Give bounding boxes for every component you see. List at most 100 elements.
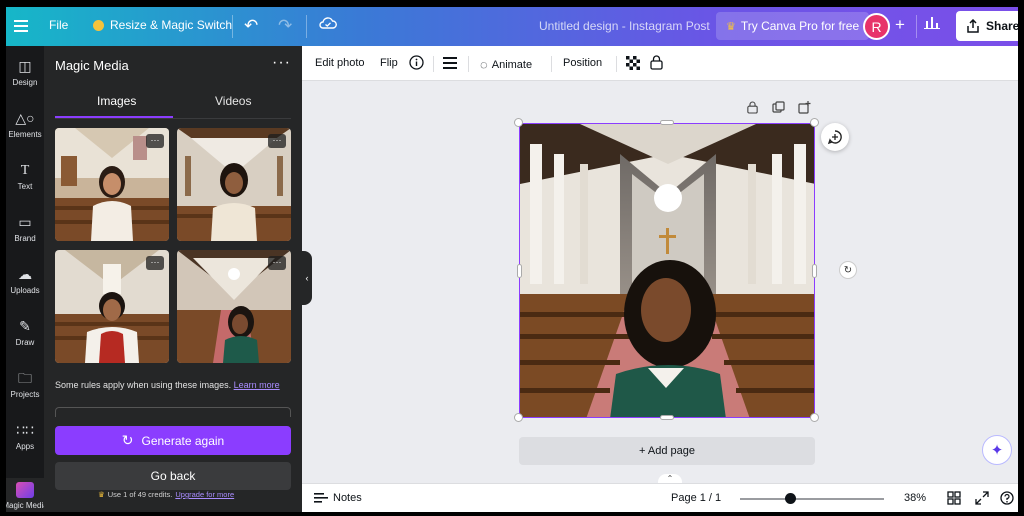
magic-assistant-icon[interactable]: ✦ bbox=[982, 435, 1012, 465]
bottom-bar: Notes Page 1 / 1 38% bbox=[302, 483, 1018, 512]
user-avatar[interactable]: R bbox=[863, 13, 890, 40]
generated-image-3[interactable]: ··· bbox=[55, 250, 169, 363]
undo-icon[interactable]: ↶ bbox=[244, 16, 258, 36]
lock-icon[interactable] bbox=[650, 55, 663, 70]
generate-again-button[interactable]: ↻ Generate again bbox=[55, 426, 291, 455]
top-bar: File Resize & Magic Switch ↶ ↷ Untitled … bbox=[6, 7, 1018, 46]
divider bbox=[616, 56, 617, 72]
resize-handle[interactable] bbox=[514, 413, 523, 422]
menu-icon[interactable] bbox=[10, 15, 32, 37]
app-window: File Resize & Magic Switch ↶ ↷ Untitled … bbox=[6, 7, 1018, 512]
left-rail: ◫ Design △○ Elements T Text ▭ Brand ☁ Up… bbox=[6, 46, 48, 512]
image-options-icon[interactable]: ··· bbox=[146, 134, 164, 148]
invite-plus-icon[interactable]: + bbox=[895, 15, 905, 35]
duplicate-icon[interactable] bbox=[772, 101, 785, 117]
add-page-button[interactable]: + Add page bbox=[519, 437, 815, 465]
go-back-button[interactable]: Go back bbox=[55, 462, 291, 490]
rail-label: Uploads bbox=[10, 286, 40, 295]
flip-button[interactable]: Flip bbox=[380, 57, 398, 69]
rail-item-uploads[interactable]: ☁ Uploads bbox=[6, 266, 44, 295]
rail-item-brand[interactable]: ▭ Brand bbox=[6, 214, 44, 243]
resize-handle[interactable] bbox=[514, 118, 523, 127]
image-options-icon[interactable]: ··· bbox=[146, 256, 164, 270]
comment-icon[interactable] bbox=[821, 123, 849, 151]
zoom-slider[interactable] bbox=[740, 498, 884, 500]
tab-images[interactable]: Images bbox=[97, 94, 136, 108]
cloud-save-icon[interactable] bbox=[319, 16, 337, 30]
upgrade-link[interactable]: Upgrade for more bbox=[175, 490, 234, 499]
try-pro-button[interactable]: ♛ Try Canva Pro for free bbox=[716, 12, 870, 40]
divider bbox=[916, 15, 917, 38]
crown-icon: ♛ bbox=[98, 490, 105, 499]
border-style-icon[interactable] bbox=[443, 56, 457, 70]
resize-handle[interactable] bbox=[660, 415, 674, 420]
help-icon[interactable] bbox=[1000, 491, 1014, 505]
fullscreen-icon[interactable] bbox=[975, 491, 989, 505]
rail-item-text[interactable]: T Text bbox=[6, 162, 44, 191]
credits-label: Use 1 of 49 credits. bbox=[107, 490, 173, 499]
notes-label: Notes bbox=[333, 492, 362, 504]
rail-item-draw[interactable]: ✎ Draw bbox=[6, 318, 44, 347]
rail-item-projects[interactable]: 🗀 Projects bbox=[6, 370, 44, 399]
animate-icon: ◌ bbox=[480, 57, 488, 72]
position-button[interactable]: Position bbox=[563, 57, 602, 69]
zoom-level[interactable]: 38% bbox=[904, 492, 926, 504]
add-element-icon[interactable] bbox=[798, 101, 811, 117]
image-options-icon[interactable]: ··· bbox=[268, 134, 286, 148]
uploads-icon: ☁ bbox=[18, 266, 32, 282]
resize-handle[interactable] bbox=[660, 120, 674, 125]
animate-label: Animate bbox=[491, 58, 533, 71]
draw-icon: ✎ bbox=[19, 318, 31, 334]
generated-image-1[interactable]: ··· bbox=[55, 128, 169, 241]
rail-item-elements[interactable]: △○ Elements bbox=[6, 110, 44, 139]
crown-icon: ♛ bbox=[726, 20, 736, 33]
rules-label: Some rules apply when using these images… bbox=[55, 380, 232, 390]
design-canvas-image[interactable] bbox=[519, 123, 815, 418]
divider bbox=[55, 118, 291, 119]
notes-button[interactable]: Notes bbox=[314, 492, 362, 504]
magic-media-panel: Magic Media ··· Images Videos ··· ··· ··… bbox=[44, 46, 302, 512]
panel-title: Magic Media bbox=[55, 58, 129, 73]
edit-photo-button[interactable]: Edit photo bbox=[315, 57, 365, 69]
more-options-icon[interactable]: ··· bbox=[272, 54, 291, 72]
brand-icon: ▭ bbox=[18, 214, 32, 230]
divider bbox=[306, 15, 307, 38]
resize-magic-switch-button[interactable]: Resize & Magic Switch bbox=[93, 18, 232, 32]
transparency-icon[interactable] bbox=[626, 56, 640, 70]
file-menu-button[interactable]: File bbox=[49, 18, 68, 32]
image-options-icon[interactable]: ··· bbox=[268, 256, 286, 270]
apps-icon: ∷∷ bbox=[16, 422, 34, 438]
rotate-icon[interactable]: ↻ bbox=[839, 261, 857, 279]
text-icon: T bbox=[20, 163, 30, 178]
rail-item-magic-media[interactable]: Magic Media bbox=[6, 478, 48, 512]
animate-button[interactable]: ◌ Animate bbox=[480, 57, 532, 72]
generate-label: Generate again bbox=[141, 433, 225, 448]
resize-handle[interactable] bbox=[810, 118, 819, 127]
rail-label: Magic Media bbox=[6, 501, 48, 510]
share-button[interactable]: Share bbox=[956, 11, 1018, 41]
generated-image-4[interactable]: ··· bbox=[177, 250, 291, 363]
document-title[interactable]: Untitled design - Instagram Post bbox=[539, 19, 710, 33]
divider bbox=[468, 56, 469, 72]
generated-image-2[interactable]: ··· bbox=[177, 128, 291, 241]
info-icon[interactable] bbox=[409, 55, 424, 70]
magic-media-icon bbox=[16, 482, 34, 498]
tab-videos[interactable]: Videos bbox=[215, 94, 251, 108]
resize-handle[interactable] bbox=[810, 413, 819, 422]
rail-item-apps[interactable]: ∷∷ Apps bbox=[6, 422, 44, 451]
grid-view-icon[interactable] bbox=[947, 491, 961, 505]
prompt-input[interactable] bbox=[55, 407, 291, 417]
rail-item-design[interactable]: ◫ Design bbox=[6, 58, 44, 87]
collapse-panel-handle[interactable]: ‹ bbox=[302, 251, 312, 305]
page-indicator[interactable]: Page 1 / 1 bbox=[671, 492, 721, 504]
lock-icon[interactable] bbox=[747, 101, 758, 117]
redo-icon[interactable]: ↷ bbox=[278, 16, 292, 36]
insights-chart-icon[interactable] bbox=[924, 15, 940, 29]
rail-label: Design bbox=[12, 78, 38, 87]
divider bbox=[433, 56, 434, 72]
resize-handle[interactable] bbox=[812, 264, 817, 278]
zoom-slider-handle[interactable] bbox=[785, 493, 796, 504]
resize-handle[interactable] bbox=[517, 264, 522, 278]
rail-label: Apps bbox=[15, 442, 35, 451]
learn-more-link[interactable]: Learn more bbox=[234, 380, 280, 390]
